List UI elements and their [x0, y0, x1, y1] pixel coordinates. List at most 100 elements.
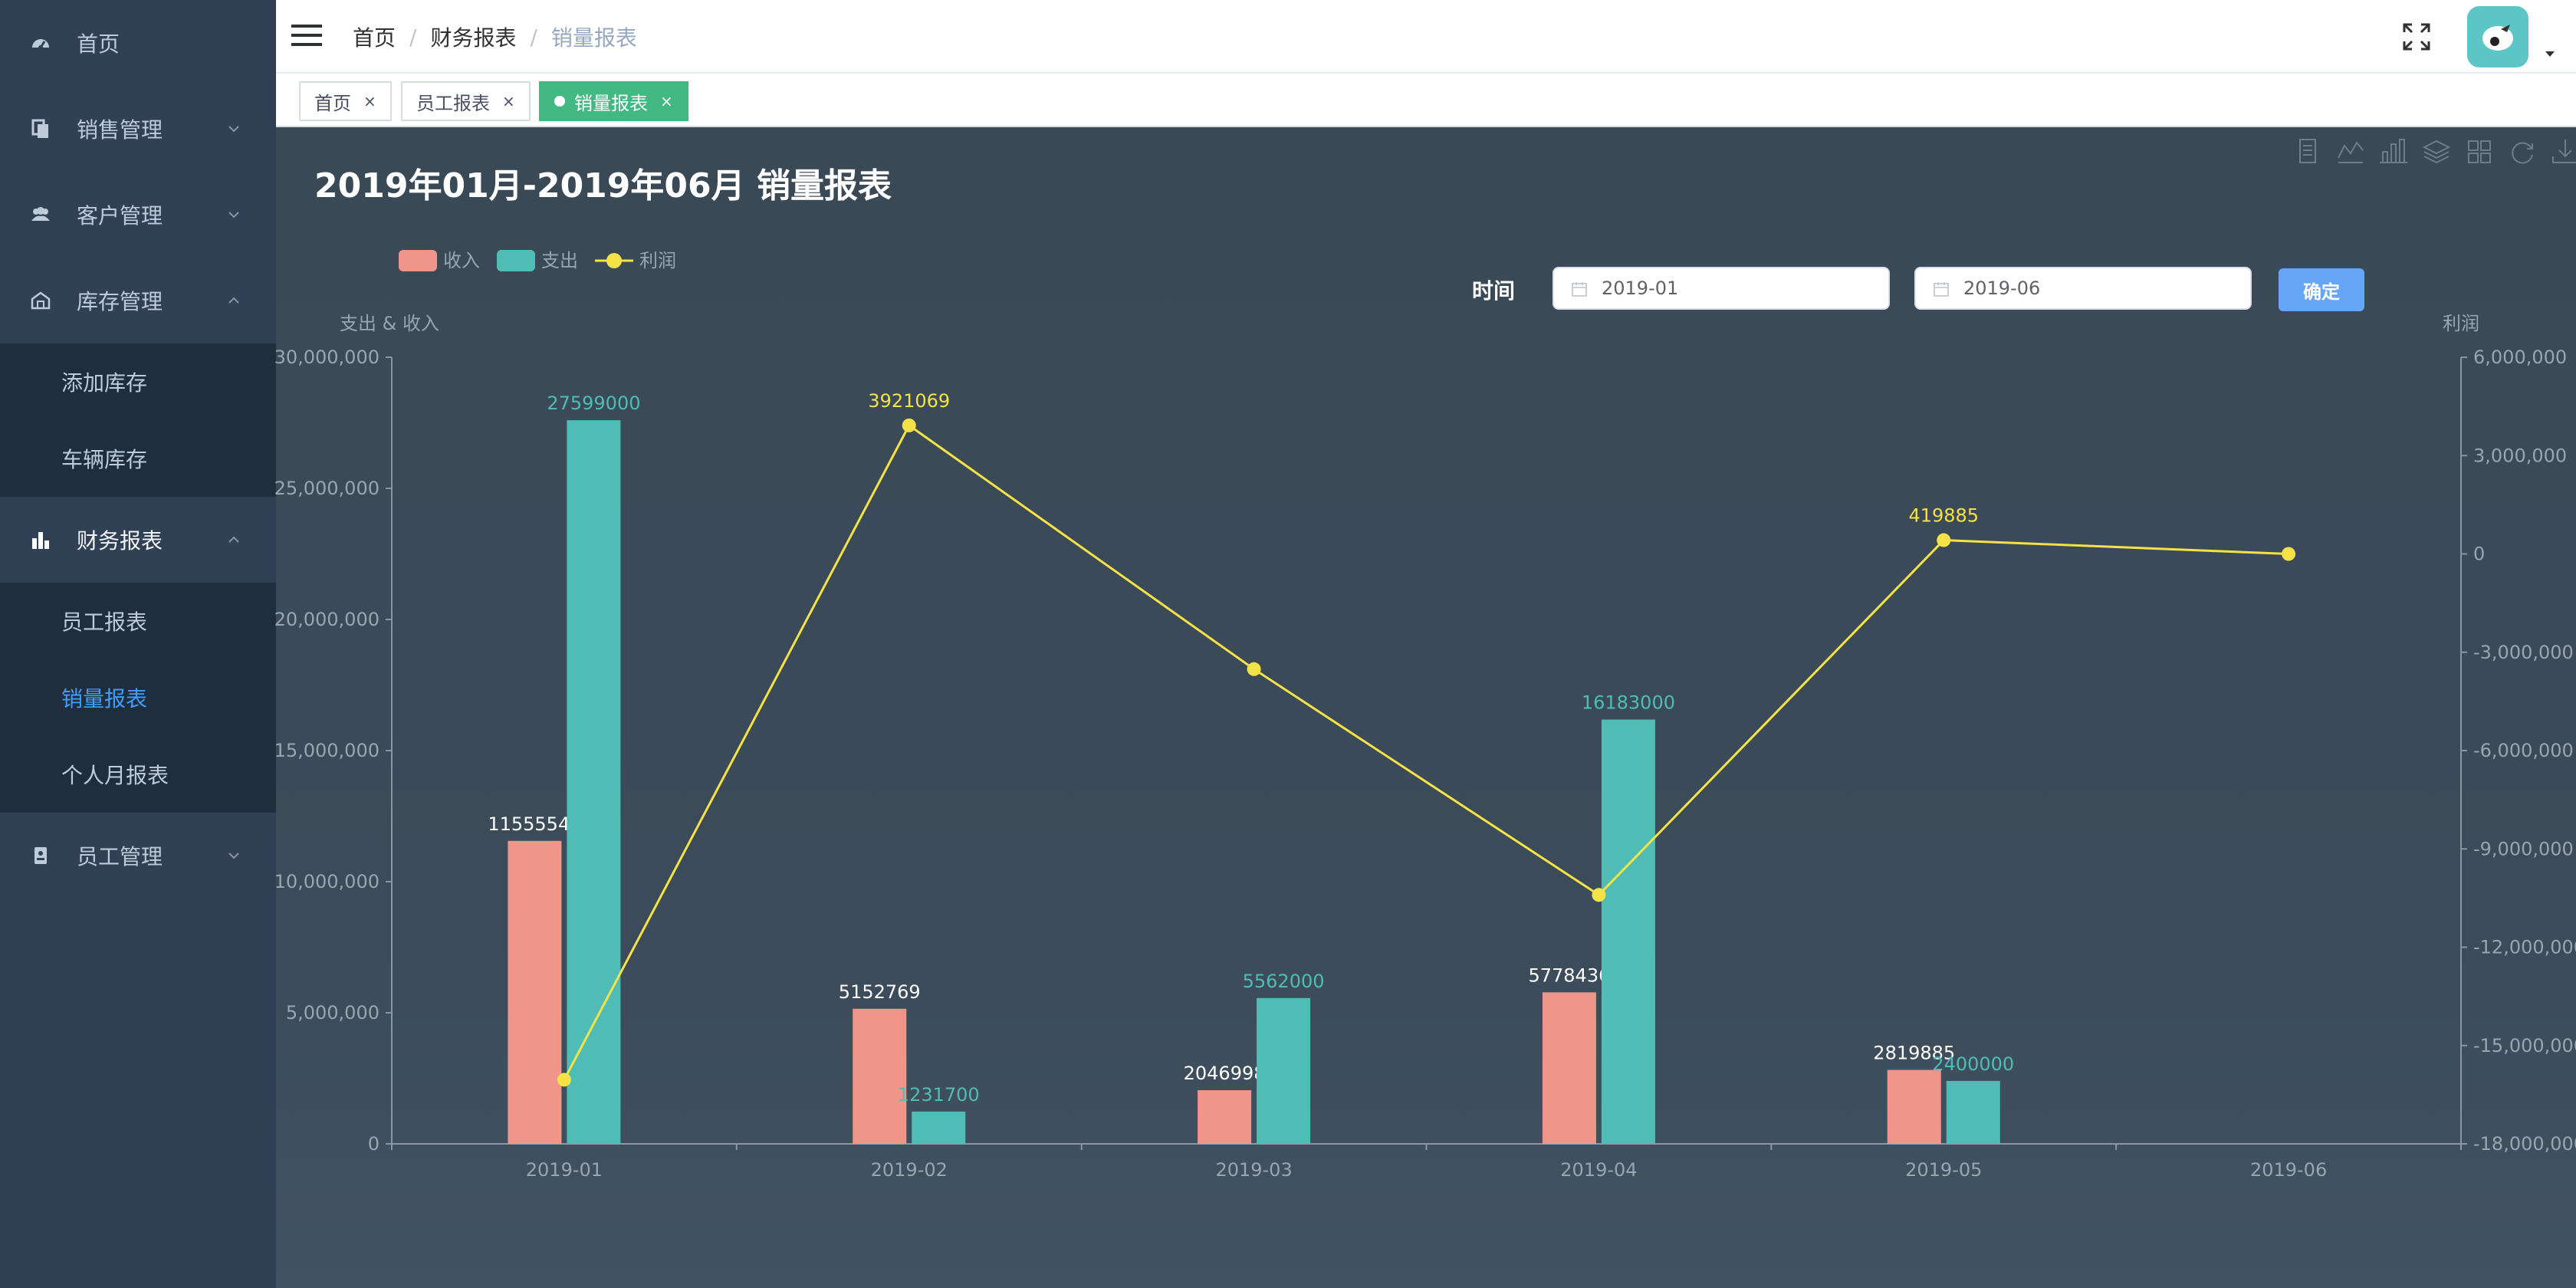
sidebar-item-customers[interactable]: 客户管理 [0, 172, 276, 258]
right-tick-label: -12,000,000 [2473, 937, 2576, 958]
x-tick-label: 2019-03 [1215, 1159, 1292, 1181]
breadcrumb-separator: / [409, 24, 417, 50]
sidebar-subitem-label: 员工报表 [61, 610, 148, 635]
left-axis-title: 支出 & 收入 [340, 313, 439, 334]
chevron-down-icon [222, 203, 245, 226]
calendar-icon [1572, 282, 1587, 297]
bar-income [1887, 1070, 1941, 1144]
bar-expense-label: 27599000 [547, 393, 640, 414]
profit-line [563, 423, 2289, 1081]
tiled-icon[interactable] [2463, 135, 2496, 169]
navbar: 首页 / 财务报表 / 销量报表 [276, 0, 2576, 74]
line-chart-icon[interactable] [2334, 135, 2367, 169]
bar-expense [567, 420, 621, 1144]
warehouse-icon [29, 289, 52, 312]
caret-down-icon[interactable] [2542, 46, 2558, 61]
sidebar-subitem-sales-report[interactable]: 销量报表 [0, 659, 276, 736]
legend-profit-label: 利润 [639, 250, 676, 271]
sidebar-subitem-add-inventory[interactable]: 添加库存 [0, 343, 276, 420]
right-tick-label: -3,000,000 [2473, 642, 2574, 663]
close-icon[interactable]: × [502, 92, 515, 110]
tag-employee-report[interactable]: 员工报表 × [401, 81, 531, 121]
start-date-value: 2019-01 [1602, 278, 1679, 299]
sidebar-item-label: 首页 [77, 31, 120, 57]
hamburger-menu-icon[interactable] [291, 20, 322, 51]
right-tick-label: -15,000,000 [2473, 1035, 2576, 1056]
end-date-picker[interactable]: 2019-06 [1914, 267, 2252, 310]
bar-income-label: 2046998 [1184, 1063, 1266, 1084]
sidebar-subitem-vehicle-inventory[interactable]: 车辆库存 [0, 420, 276, 497]
legend-income-swatch [399, 250, 437, 271]
legend-expense-label: 支出 [541, 250, 578, 271]
chevron-down-icon [222, 117, 245, 140]
breadcrumb-home[interactable]: 首页 [353, 21, 396, 52]
sidebar-subitem-employee-report[interactable]: 员工报表 [0, 583, 276, 659]
calendar-icon [1934, 282, 1949, 297]
bar-expense [1601, 719, 1655, 1144]
start-date-picker[interactable]: 2019-01 [1552, 267, 1890, 310]
sidebar-subitem-personal-monthly-report[interactable]: 个人月报表 [0, 736, 276, 813]
close-icon[interactable]: × [363, 92, 376, 110]
close-icon[interactable]: × [660, 92, 673, 110]
profit-point [902, 418, 916, 432]
refresh-icon[interactable] [2505, 135, 2539, 169]
sidebar-item-finance[interactable]: 财务报表 [0, 497, 276, 583]
data-view-icon[interactable] [2291, 135, 2325, 169]
bar-chart-icon[interactable] [2377, 135, 2410, 169]
bar-expense-label: 1231700 [898, 1084, 980, 1106]
breadcrumb-separator: / [530, 24, 537, 50]
chevron-up-icon [222, 289, 245, 312]
right-axis-title: 利润 [2443, 313, 2479, 334]
sidebar-item-label: 客户管理 [77, 203, 163, 228]
stack-icon[interactable] [2420, 135, 2453, 169]
left-tick-label: 10,000,000 [274, 871, 380, 892]
download-icon[interactable] [2548, 135, 2576, 169]
legend-expense-swatch [497, 250, 535, 271]
avatar[interactable] [2467, 6, 2528, 67]
chart-toolbox [2291, 135, 2576, 169]
sidebar-item-sales[interactable]: 销售管理 [0, 86, 276, 172]
chart-icon [29, 528, 52, 551]
x-tick-label: 2019-05 [1905, 1159, 1982, 1181]
sidebar-item-label: 员工管理 [77, 844, 163, 869]
sidebar-item-inventory[interactable]: 库存管理 [0, 258, 276, 343]
profit-point [1247, 662, 1261, 676]
time-label: 时间 [1472, 278, 1516, 304]
x-tick-label: 2019-06 [2250, 1159, 2327, 1181]
sidebar-item-label: 销售管理 [77, 117, 163, 143]
inventory-submenu: 添加库存 车辆库存 [0, 343, 276, 497]
peoples-icon [29, 203, 52, 226]
left-tick-label: 15,000,000 [274, 740, 380, 761]
end-date-value: 2019-06 [1963, 278, 2041, 299]
finance-submenu: 员工报表 销量报表 个人月报表 [0, 583, 276, 813]
profit-point [2282, 547, 2296, 561]
fullscreen-icon[interactable] [2400, 20, 2433, 54]
active-dot-icon [554, 96, 565, 107]
left-tick-label: 25,000,000 [274, 478, 380, 499]
badge-icon [29, 844, 52, 867]
bar-expense-label: 2400000 [1932, 1053, 2014, 1075]
sidebar-subitem-label: 车辆库存 [61, 447, 148, 472]
left-tick-label: 0 [368, 1133, 380, 1155]
tag-label: 首页 [314, 92, 351, 114]
right-tick-label: 3,000,000 [2473, 445, 2567, 466]
sidebar-item-staff[interactable]: 员工管理 [0, 813, 276, 899]
tag-sales-report[interactable]: 销量报表 × [539, 81, 688, 121]
profit-point [557, 1073, 571, 1087]
bar-income [1542, 992, 1596, 1144]
breadcrumb-finance[interactable]: 财务报表 [430, 21, 516, 52]
sidebar-item-label: 财务报表 [77, 528, 163, 554]
right-tick-label: -18,000,000 [2473, 1133, 2576, 1155]
bar-income [508, 840, 562, 1144]
legend-income-label: 收入 [443, 250, 480, 271]
sidebar-item-label: 库存管理 [77, 289, 163, 314]
right-tick-label: -9,000,000 [2473, 838, 2574, 859]
tag-home[interactable]: 首页 × [299, 81, 392, 121]
confirm-button[interactable]: 确定 [2279, 268, 2364, 311]
sidebar-item-home[interactable]: 首页 [0, 0, 276, 86]
bar-expense [1946, 1080, 2000, 1144]
tags-view: 首页 × 员工报表 × 销量报表 × [276, 74, 2576, 127]
breadcrumb: 首页 / 财务报表 / 销量报表 [353, 0, 637, 74]
x-tick-label: 2019-01 [526, 1159, 603, 1181]
sidebar-subitem-label: 个人月报表 [61, 763, 169, 788]
